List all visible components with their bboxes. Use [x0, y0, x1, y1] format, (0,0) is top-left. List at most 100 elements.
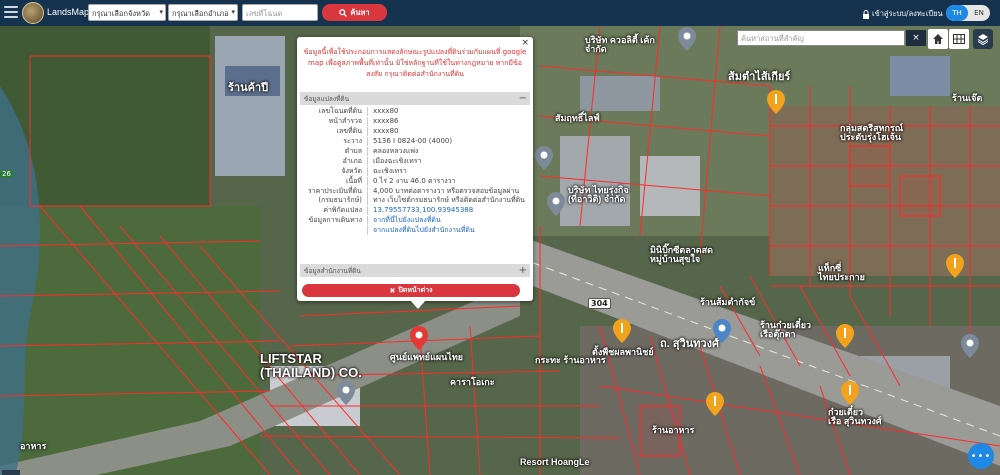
- search-button[interactable]: ค้นหา: [322, 4, 387, 21]
- lang-th[interactable]: TH: [946, 5, 968, 21]
- lang-en[interactable]: EN: [968, 5, 990, 21]
- info-row: ตำบล คลองหลวงแพ่ง: [300, 147, 530, 156]
- info-key: เนื้อที่: [300, 177, 368, 186]
- collapse-icon[interactable]: −: [519, 92, 527, 105]
- map-label: อาหาร: [20, 441, 47, 451]
- map-label: บริษัท ไทยรุ่งกิจ (ที่อาวิติ) จำกัด: [568, 185, 629, 205]
- map-label: มินิบิ๊กซีตลาดสด หมู่บ้านสุขใจ: [650, 245, 713, 265]
- info-key: หน้าสำรวจ: [300, 117, 368, 126]
- directions-to-parcel-link[interactable]: จากที่นี่ไปยังแปลงที่ดิน: [368, 216, 441, 225]
- hamburger-icon[interactable]: [4, 6, 18, 18]
- info-value: เมืองฉะเชิงเทรา: [373, 157, 422, 165]
- expand-icon[interactable]: +: [519, 264, 527, 277]
- disclaimer-text: ข้อมูลนี้เพื่อใช้ประกอบการแสดงลักษณะรูปแ…: [303, 48, 527, 78]
- layers-button[interactable]: [973, 29, 993, 49]
- home-button[interactable]: [928, 29, 948, 49]
- info-row: ค่าพิกัดแปลง 13.79557733,100.93945388: [300, 206, 530, 215]
- info-key: ระวาง: [300, 137, 368, 146]
- restaurant-pin-icon[interactable]: [706, 392, 724, 416]
- map-pin-icon[interactable]: [535, 146, 553, 170]
- info-value: xxxx86: [373, 117, 399, 125]
- login-link[interactable]: เข้าสู่ระบบ/ลงทะเบียน: [862, 8, 943, 20]
- compass-icon[interactable]: ✕: [2, 470, 20, 475]
- map-label: ร้านส้มตำกัจข์: [700, 297, 756, 307]
- map-pin-icon[interactable]: [713, 319, 731, 343]
- map-label: ร้านอาหาร: [652, 425, 695, 435]
- restaurant-pin-icon[interactable]: [946, 254, 964, 278]
- map-label: ร้านก๋วยเตี๋ยว เรือตุ๊กตา: [760, 320, 812, 340]
- info-row: จังหวัด ฉะเชิงเทรา: [300, 167, 530, 176]
- selected-parcel-pin-icon[interactable]: [410, 326, 428, 350]
- map-pin-icon[interactable]: [337, 381, 355, 405]
- info-row: เนื้อที่ 0 ไร่ 2 งาน 46.0 ตารางวา: [300, 177, 530, 186]
- land-office-section-header[interactable]: ข้อมูลสำนักงานที่ดิน +: [300, 264, 530, 277]
- map-label: ตั้งพืชผลพานิชย์: [592, 347, 654, 357]
- map-pin-icon[interactable]: [547, 192, 565, 216]
- close-window-button[interactable]: ✖ ปิดหน้าต่าง: [302, 284, 520, 297]
- restaurant-pin-icon[interactable]: [836, 324, 854, 348]
- top-navbar: LandsMaps กรุณาเลือกจังหวัด ▾ กรุณาเลือก…: [0, 0, 1000, 26]
- info-key: เลขโฉนดที่ดิน: [300, 107, 368, 116]
- info-value[interactable]: 4,000 บาทต่อตารางวา หรือตรวจสอบข้อมูลผ่า…: [368, 187, 530, 205]
- restaurant-pin-icon[interactable]: [613, 319, 631, 343]
- search-button-label: ค้นหา: [350, 7, 370, 17]
- place-search-input[interactable]: ค้นหาสถานที่สำคัญ: [737, 30, 905, 46]
- parcel-number-input[interactable]: เลขที่โฉนด: [242, 4, 318, 21]
- route-tag: 26: [0, 170, 13, 178]
- parcel-info-table: เลขโฉนดที่ดิน xxxx80 หน้าสำรวจ xxxx86 เลขท…: [300, 107, 530, 236]
- map-pin-icon[interactable]: [961, 334, 979, 358]
- section-title: ข้อมูลสำนักงานที่ดิน: [304, 267, 361, 275]
- clear-search-button[interactable]: ×: [906, 30, 926, 46]
- district-select[interactable]: กรุณาเลือกอำเภอ ▾: [168, 4, 238, 21]
- restaurant-pin-icon[interactable]: [767, 90, 785, 114]
- road-label: ถ. สุวินทวงศ์: [660, 338, 719, 350]
- parcel-info-section-header[interactable]: ข้อมูลแปลงที่ดิน −: [300, 92, 530, 105]
- province-select-value: กรุณาเลือกจังหวัด: [92, 9, 151, 18]
- restaurant-pin-icon[interactable]: [841, 381, 859, 405]
- home-icon: [933, 34, 943, 44]
- map-label: ศูนย์แพทย์แผนไทย: [390, 352, 464, 362]
- coordinates-link[interactable]: 13.79557733,100.93945388: [368, 206, 473, 215]
- info-value: xxxx80: [373, 107, 399, 115]
- info-key: ตำบล: [300, 147, 368, 156]
- map-label: บริษัท ควอลิตี้ เค้ก จำกัด: [585, 35, 655, 55]
- map-label: ร้านเจ๊ต: [952, 93, 983, 103]
- info-value: ฉะเชิงเทรา: [373, 167, 407, 175]
- chevron-down-icon: ▾: [159, 8, 163, 16]
- chevron-down-icon: ▾: [231, 8, 235, 16]
- info-key: อำเภอ: [300, 157, 368, 166]
- close-icon: ✖: [389, 286, 396, 295]
- info-row: จากแปลงที่ดินไปยังสำนักงานที่ดิน: [300, 226, 530, 235]
- map-label: แท็กซี่ ไทยประกาย: [818, 263, 865, 283]
- parcel-info-popup: × ข้อมูลนี้เพื่อใช้ประกอบการแสดงลักษณะรู…: [297, 37, 533, 309]
- info-key: ข้อมูลการเดินทาง: [300, 216, 368, 225]
- chat-button[interactable]: •••: [968, 443, 994, 469]
- info-row: เลขที่ดิน xxxx80: [300, 127, 530, 136]
- info-value: 5136 I 0824-00 (4000): [373, 137, 453, 145]
- info-key: เลขที่ดิน: [300, 127, 368, 136]
- map-label: กลุ่มสตรีสหกรณ์ ประตับรุ่งโฮเจ้น: [840, 123, 904, 143]
- grid-toggle-button[interactable]: [949, 29, 969, 49]
- info-row: ข้อมูลการเดินทาง จากที่นี่ไปยังแปลงที่ดิน: [300, 216, 530, 225]
- district-select-value: กรุณาเลือกอำเภอ: [172, 9, 229, 18]
- map-label: LIFTSTAR (THAILAND) CO.: [260, 351, 362, 380]
- section-title: ข้อมูลแปลงที่ดิน: [304, 95, 350, 103]
- language-toggle[interactable]: TH EN: [946, 5, 990, 21]
- grid-icon: [953, 34, 965, 44]
- layers-icon: [977, 34, 989, 45]
- province-select[interactable]: กรุณาเลือกจังหวัด ▾: [88, 4, 166, 21]
- info-value: 0 ไร่ 2 งาน 46.0 ตารางวา: [373, 177, 456, 185]
- info-value: คลองหลวงแพ่ง: [373, 147, 419, 155]
- info-value: xxxx80: [373, 127, 399, 135]
- info-row: เลขโฉนดที่ดิน xxxx80: [300, 107, 530, 116]
- info-key: ราคาประเมินที่ดิน (กรมธนารักษ์): [300, 187, 368, 205]
- map-label: สัมฤทธิ์ไลฟ์: [555, 113, 600, 123]
- login-label: เข้าสู่ระบบ/ลงทะเบียน: [872, 9, 943, 18]
- app-logo[interactable]: [22, 2, 44, 24]
- close-window-label: ปิดหน้าต่าง: [398, 286, 433, 294]
- info-row: อำเภอ เมืองฉะเชิงเทรา: [300, 157, 530, 166]
- info-key: จังหวัด: [300, 167, 368, 176]
- directions-to-office-link[interactable]: จากแปลงที่ดินไปยังสำนักงานที่ดิน: [368, 226, 475, 235]
- map-pin-icon[interactable]: [678, 27, 696, 51]
- map-label: ก๋วยเตี๋ยว เรือ สุวินทวงศ์: [828, 407, 882, 427]
